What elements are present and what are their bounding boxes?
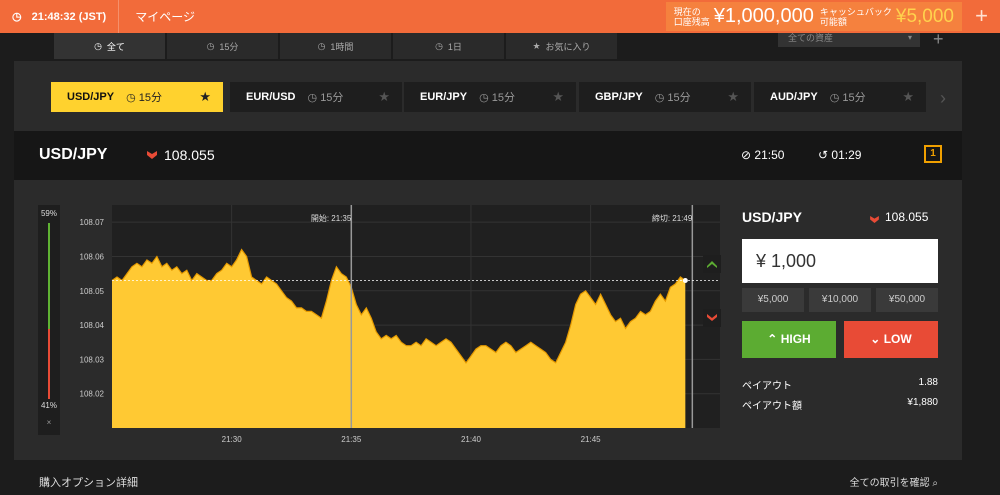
down-trend-icon: [147, 151, 157, 159]
quick-amount-5000[interactable]: ¥5,000: [742, 288, 804, 312]
x-tick-label: 21:45: [581, 435, 602, 444]
bottom-bar: 購入オプション詳細 全ての取引を確認 ⌕: [14, 460, 962, 495]
high-percent: 59%: [40, 209, 57, 218]
sentiment-gauge: 59% 41% ×: [38, 205, 60, 435]
clock-icon: ◷: [126, 92, 136, 104]
clock-icon: ◷: [206, 40, 215, 51]
asset-list: USD/JPY ◷ 15分 ★ EUR/USD ◷ 15分 ★ EUR/JPY …: [14, 61, 962, 131]
price-chart: 108.07 108.06 108.05 108.04 108.03 108.02 21:3…: [60, 195, 725, 455]
tab-all[interactable]: ◷ 全て: [54, 33, 166, 59]
quick-amount-50000[interactable]: ¥50,000: [876, 288, 938, 312]
clock-icon: ◷: [435, 40, 443, 51]
trade-pair: USD/JPY: [742, 209, 802, 225]
clock-display: ◷ 21:48:32 (JST): [0, 0, 120, 33]
clock-icon: ◷: [654, 92, 665, 104]
one-click-icon[interactable]: 1: [924, 145, 942, 163]
balance-label: 現在の 口座残高: [673, 6, 710, 27]
payout-row: ペイアウト 1.88: [742, 377, 938, 392]
tab-15min[interactable]: ◷ 15分: [167, 33, 279, 59]
star-icon[interactable]: ★: [727, 89, 739, 105]
down-trend-icon: [707, 314, 717, 321]
start-label: 開始: 21:35: [311, 213, 352, 223]
close-icon[interactable]: ×: [38, 418, 60, 427]
low-bar: [48, 329, 50, 399]
ban-icon: ⊘: [741, 148, 752, 162]
pair-title: USD/JPY: [39, 146, 108, 163]
remaining-time: ↺ 01:29: [818, 148, 862, 162]
quick-amount-10000[interactable]: ¥10,000: [809, 288, 871, 312]
current-time: 21:48:32 (JST): [31, 10, 107, 23]
star-icon[interactable]: ★: [552, 89, 564, 105]
up-trend-icon: ⌃: [767, 332, 778, 346]
chevron-down-icon: ▾: [907, 33, 912, 42]
deposit-plus-button[interactable]: +: [975, 4, 988, 28]
current-rate: 108.055: [164, 147, 215, 163]
star-icon[interactable]: ★: [902, 89, 914, 105]
asset-card-audjpy[interactable]: AUD/JPY ◷ 15分 ★: [754, 82, 926, 112]
tab-1hour[interactable]: ◷ 1時間: [280, 33, 392, 59]
asset-card-gbpjpy[interactable]: GBP/JPY ◷ 15分 ★: [579, 82, 751, 112]
x-tick-label: 21:40: [461, 435, 482, 444]
y-tick-label: 108.05: [80, 287, 105, 296]
amount-input[interactable]: [742, 239, 938, 283]
current-price-dot: [682, 277, 688, 283]
x-tick-label: 21:35: [341, 435, 362, 444]
tab-1day[interactable]: ◷ 1日: [393, 33, 505, 59]
asset-card-eurjpy[interactable]: EUR/JPY ◷ 15分 ★: [404, 82, 576, 112]
top-bar: ◷ 21:48:32 (JST) マイページ 現在の 口座残高 ¥1,000,0…: [0, 0, 1000, 33]
y-tick-label: 108.02: [80, 390, 105, 399]
tab-favorites[interactable]: ★ お気に入り: [506, 33, 618, 59]
down-trend-icon: [870, 216, 879, 223]
asset-card-usdjpy[interactable]: USD/JPY ◷ 15分 ★: [51, 82, 223, 112]
chart-high-button[interactable]: [703, 255, 721, 273]
end-label: 締切: 21:49: [652, 213, 693, 223]
asset-select[interactable]: 全ての資産 ▾: [778, 33, 920, 47]
clock-icon: ◷: [94, 40, 102, 51]
trade-rate: 108.055: [885, 210, 929, 224]
search-icon: ⌕: [932, 478, 938, 489]
clock-icon: ◷: [479, 92, 489, 104]
low-percent: 41%: [40, 401, 57, 410]
high-button[interactable]: ⌃ HIGH: [742, 321, 836, 358]
clock-icon: ◷: [12, 11, 22, 23]
star-icon[interactable]: ★: [378, 89, 390, 105]
pair-header: USD/JPY 108.055 ⊘ 21:50 ↺ 01:29 1: [14, 131, 962, 180]
x-tick-label: 21:30: [222, 435, 243, 444]
star-icon[interactable]: ★: [199, 89, 211, 105]
cashback-label: キャッシュバック 可能額: [819, 6, 892, 27]
chevron-right-icon[interactable]: ›: [940, 88, 946, 109]
mypage-link[interactable]: マイページ: [119, 8, 211, 25]
close-time: ⊘ 21:50: [741, 148, 785, 162]
payout-amount-row: ペイアウト額 ¥1,880: [742, 397, 938, 412]
history-icon: ↺: [818, 148, 829, 162]
up-trend-icon: [707, 261, 717, 268]
y-tick-label: 108.04: [80, 321, 105, 330]
y-tick-label: 108.07: [80, 218, 105, 227]
asset-card-eurusd[interactable]: EUR/USD ◷ 15分 ★: [230, 82, 402, 112]
add-filter-button[interactable]: +: [933, 29, 944, 50]
high-bar: [48, 223, 50, 329]
clock-icon: ◷: [307, 92, 318, 104]
filter-bar: ◷ 全て ◷ 15分 ◷ 1時間 ◷ 1日 ★ お気に入り 全ての資産 ▾ +: [0, 29, 1000, 61]
purchase-details-link[interactable]: 購入オプション詳細: [39, 474, 138, 490]
low-button[interactable]: ⌄ LOW: [844, 321, 938, 358]
star-icon: ★: [532, 40, 541, 51]
chart-low-button[interactable]: [703, 309, 721, 327]
y-tick-label: 108.03: [80, 355, 105, 364]
cashback-amount: ¥5,000: [895, 5, 954, 27]
chart-svg: 108.07 108.06 108.05 108.04 108.03 108.02 21:3…: [80, 205, 720, 444]
view-all-trades-link[interactable]: 全ての取引を確認 ⌕: [850, 474, 938, 489]
clock-icon: ◷: [829, 92, 840, 104]
balance-box: 現在の 口座残高 ¥1,000,000 キャッシュバック 可能額 ¥5,000: [665, 2, 962, 31]
down-trend-icon: ⌄: [870, 332, 881, 346]
y-tick-label: 108.06: [80, 252, 105, 261]
account-balance: ¥1,000,000: [713, 5, 814, 27]
clock-icon: ◷: [317, 40, 326, 51]
